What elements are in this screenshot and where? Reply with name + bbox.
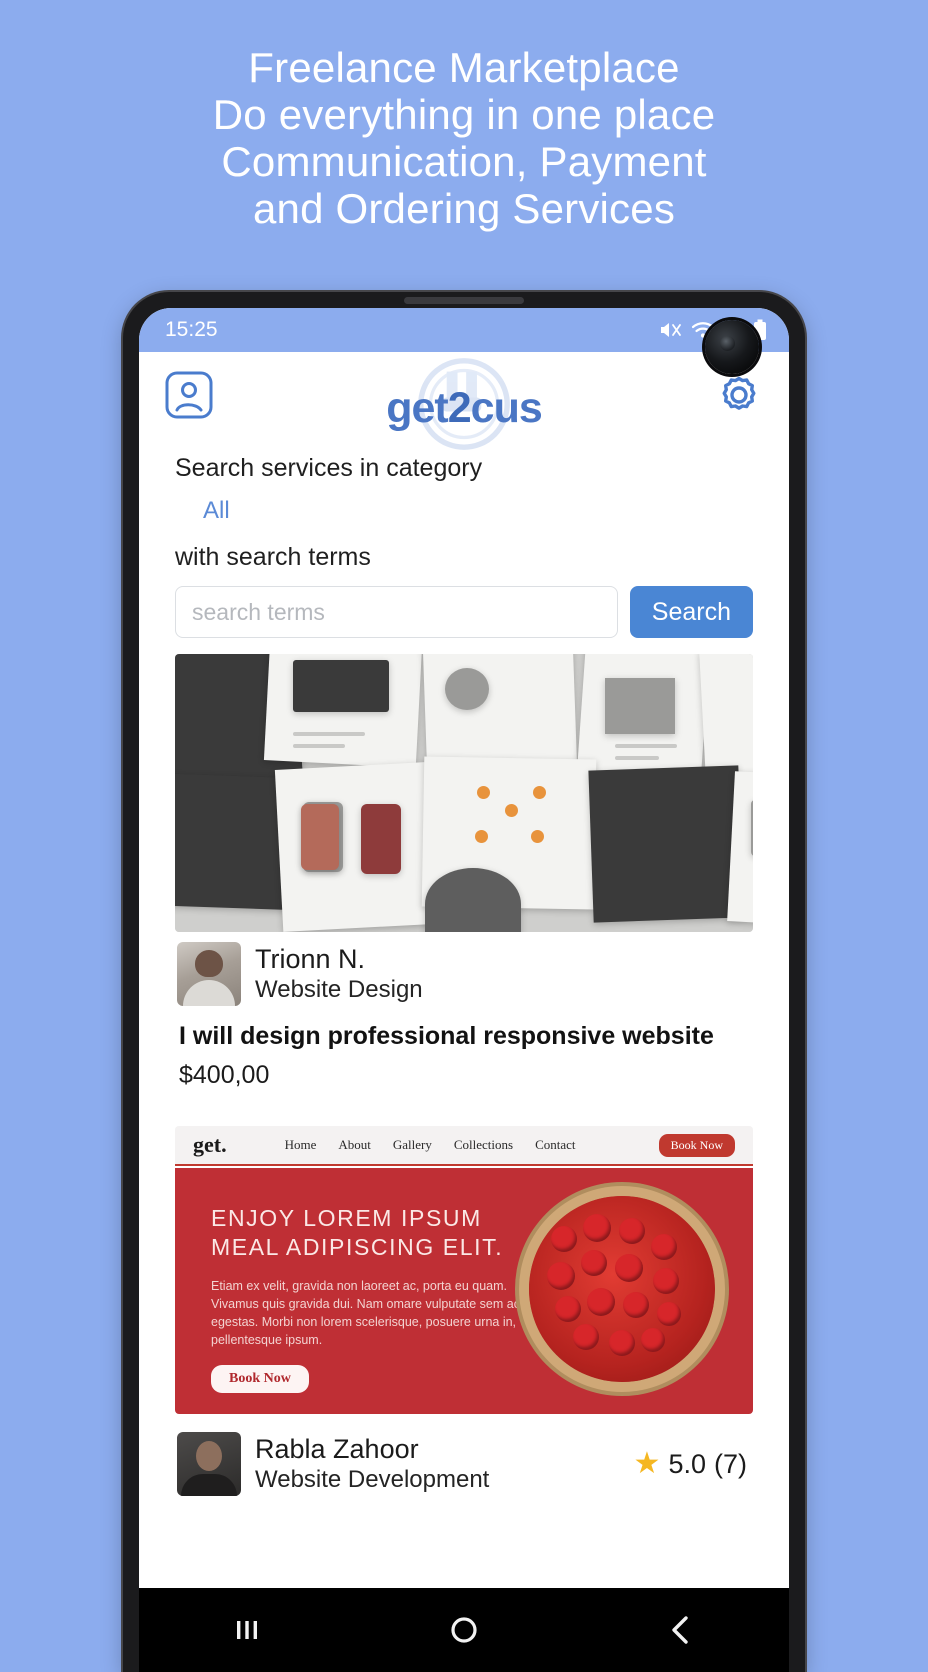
- food-bowl-graphic: [529, 1196, 715, 1382]
- seller-name: Trionn N.: [255, 944, 366, 975]
- restaurant-website-graphic: get. Home About Gallery Collections Cont…: [175, 1126, 753, 1414]
- promo-line-2: Do everything in one place: [212, 91, 716, 138]
- mockup-book-now-button: Book Now: [658, 1133, 735, 1157]
- phone-screen: 15:25 get2cus Search services in categor…: [139, 308, 789, 1672]
- list-item[interactable]: get. Home About Gallery Collections Cont…: [175, 1100, 753, 1510]
- seller-role: Website Development: [255, 1465, 490, 1493]
- mockup-nav-about: About: [338, 1137, 371, 1152]
- listing-title[interactable]: I will design professional responsive we…: [175, 1010, 753, 1051]
- listing-price: $400,00: [179, 1061, 270, 1089]
- app-header: get2cus: [139, 352, 789, 450]
- mockup-nav-home: Home: [284, 1137, 317, 1152]
- mockup-logo: get.: [193, 1132, 227, 1157]
- search-row: Search: [175, 576, 753, 638]
- rating-badge: ★ 5.0 (7): [634, 1449, 753, 1480]
- app-logo-text: get2cus: [386, 384, 543, 438]
- earpiece-speaker: [404, 297, 524, 304]
- listing-results: Trionn N. Website Design I will design p…: [139, 638, 789, 1510]
- promo-headline: Freelance Marketplace Do everything in o…: [0, 0, 928, 232]
- promo-line-3: Communication, Payment: [221, 138, 707, 185]
- mute-icon: [658, 320, 682, 340]
- mockup-cta-button: Book Now: [211, 1365, 309, 1394]
- mockup-navbar: get. Home About Gallery Collections Cont…: [175, 1126, 753, 1166]
- listing-thumbnail[interactable]: get. Home About Gallery Collections Cont…: [175, 1126, 753, 1414]
- category-select[interactable]: All: [175, 487, 753, 533]
- list-item[interactable]: Trionn N. Website Design I will design p…: [175, 654, 753, 1100]
- star-icon: ★: [633, 1447, 661, 1480]
- recents-icon[interactable]: [230, 1613, 264, 1647]
- seller-name: Rabla Zahoor: [255, 1434, 419, 1465]
- seller-row[interactable]: Rabla Zahoor Website Development ★ 5.0 (…: [175, 1414, 753, 1500]
- avatar: [177, 942, 241, 1006]
- mockup-nav-gallery: Gallery: [392, 1137, 432, 1152]
- seller-info: Rabla Zahoor Website Development: [255, 1434, 489, 1493]
- search-button[interactable]: Search: [629, 586, 753, 638]
- avatar: [177, 1432, 241, 1496]
- rating-count: (7): [714, 1448, 747, 1479]
- back-icon[interactable]: [664, 1613, 698, 1647]
- logo-part-cus: cus: [470, 384, 543, 432]
- android-navigation-bar: [139, 1588, 789, 1672]
- front-camera: [705, 320, 759, 374]
- search-input[interactable]: [175, 586, 618, 638]
- mockup-headline-1: ENJOY LOREM IPSUM: [211, 1205, 482, 1231]
- seller-row[interactable]: Trionn N. Website Design: [175, 932, 753, 1010]
- seller-role: Website Design: [255, 975, 423, 1003]
- profile-icon[interactable]: [165, 371, 213, 419]
- search-terms-label: with search terms: [175, 543, 371, 571]
- phone-frame: 15:25 get2cus Search services in categor…: [123, 292, 805, 1672]
- mockup-nav-contact: Contact: [535, 1137, 576, 1152]
- app-logo: get2cus: [364, 356, 564, 450]
- website-collage-graphic: [175, 654, 753, 932]
- status-bar: 15:25: [139, 308, 789, 352]
- mockup-nav-links: Home About Gallery Collections Contact: [285, 1137, 576, 1153]
- logo-part-2: 2: [447, 384, 472, 432]
- logo-part-get: get: [386, 384, 448, 432]
- listing-thumbnail[interactable]: [175, 654, 753, 932]
- status-time: 15:25: [165, 318, 218, 341]
- rating-value: 5.0: [668, 1448, 706, 1479]
- mockup-headline-2: MEAL ADIPISCING ELIT.: [211, 1234, 504, 1261]
- seller-info: Trionn N. Website Design: [255, 944, 423, 1003]
- gear-icon[interactable]: [715, 371, 763, 419]
- mockup-nav-collections: Collections: [453, 1137, 514, 1152]
- search-form: Search services in category All with sea…: [139, 438, 789, 638]
- mockup-body-text: Etiam ex velit, gravida non laoreet ac, …: [211, 1278, 520, 1348]
- app-content: get2cus Search services in category All …: [139, 352, 789, 1672]
- promo-line-4: and Ordering Services: [252, 185, 676, 232]
- promo-line-1: Freelance Marketplace: [248, 44, 680, 91]
- home-icon[interactable]: [447, 1613, 481, 1647]
- mockup-hero: ENJOY LOREM IPSUM MEAL ADIPISCING ELIT. …: [175, 1168, 753, 1414]
